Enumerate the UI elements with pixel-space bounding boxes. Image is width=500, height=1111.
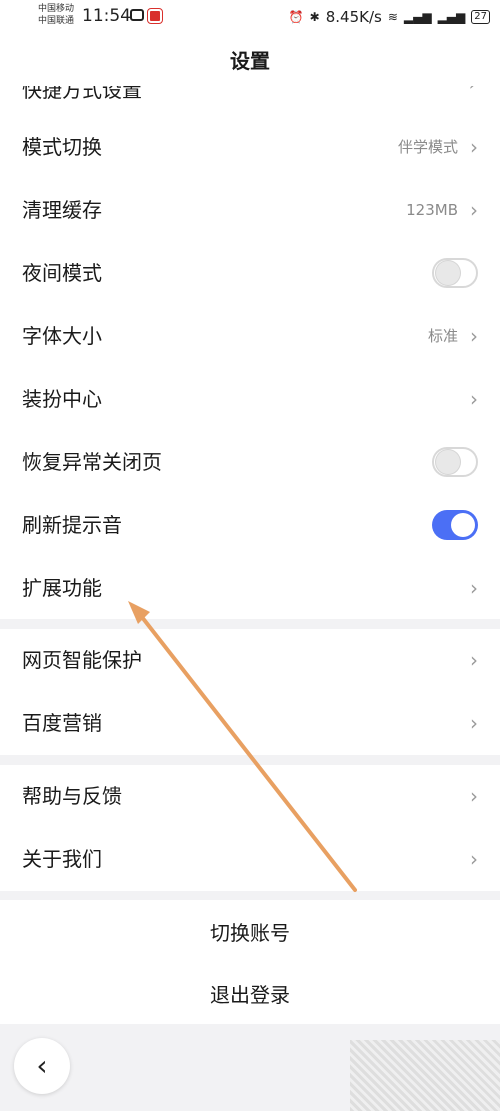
settings-row-label: 关于我们 [22,847,102,871]
signal-icon-2: ▂▄▆ [437,10,466,24]
chevron-right-icon: › [470,576,478,600]
settings-row-web-protection[interactable]: 网页智能保护 › [0,629,500,692]
settings-group-main: 模式切换 伴学模式 › 清理缓存 123MB › 夜间模式 字体大小 标准 › … [0,100,500,619]
carrier-info: 中国移动 中国联通 [38,3,74,27]
alarm-icon: ⏰ [288,10,304,24]
settings-row-label: 帮助与反馈 [22,784,122,808]
settings-row-font-size[interactable]: 字体大小 标准 › [0,305,500,368]
settings-row-help-feedback[interactable]: 帮助与反馈 › [0,765,500,828]
chevron-right-icon: › [470,135,478,159]
settings-row-value: 伴学模式 [397,138,458,156]
restore-pages-toggle[interactable] [432,447,478,477]
notification-icons [130,8,163,24]
settings-row-clear-cache[interactable]: 清理缓存 123MB › [0,179,500,242]
watermark-overlay [350,1040,500,1111]
page-title: 设置 [230,49,270,73]
chevron-right-icon: › [470,198,478,222]
settings-row-theme-center[interactable]: 装扮中心 › [0,368,500,431]
refresh-sound-toggle[interactable] [432,510,478,540]
chevron-right-icon: › [470,387,478,411]
logout-button[interactable]: 退出登录 [0,964,500,1026]
chevron-right-icon: › [470,847,478,871]
settings-group-security: 网页智能保护 › 百度营销 › [0,629,500,755]
settings-row-refresh-sound: 刷新提示音 [0,494,500,557]
chevron-left-icon: ‹ [36,1049,48,1082]
settings-row-night-mode: 夜间模式 [0,242,500,305]
network-speed: 8.45K/s [325,8,382,26]
settings-row-label: 刷新提示音 [22,513,122,537]
chevron-right-icon: › [470,324,478,348]
night-mode-toggle[interactable] [432,258,478,288]
switch-account-button[interactable]: 切换账号 [0,902,500,964]
app-notification-icon [130,9,144,21]
account-actions: 切换账号 退出登录 [0,900,500,1024]
settings-row-shortcuts[interactable]: 快捷方式设置 › [0,86,500,100]
title-bar: 设置 [0,36,500,86]
signal-icon: ▂▄▆ [403,10,432,24]
settings-row-value: 123MB [406,201,458,219]
settings-row-label: 字体大小 [22,324,102,348]
wifi-icon: ≋ [387,10,398,24]
chevron-right-icon: › [470,648,478,672]
settings-row-value: 标准 [427,327,458,345]
message-notification-icon [147,8,163,24]
carrier-2: 中国联通 [38,16,75,26]
settings-row-label: 扩展功能 [22,576,102,600]
settings-row-label: 清理缓存 [22,198,102,222]
settings-row-label: 百度营销 [22,711,102,735]
chevron-right-icon: › [469,86,476,95]
back-button[interactable]: ‹ [14,1038,70,1094]
settings-row-label: 装扮中心 [22,387,102,411]
settings-row-restore-pages: 恢复异常关闭页 [0,431,500,494]
bluetooth-icon: ✱ [309,10,320,24]
settings-row-extensions[interactable]: 扩展功能 › [0,557,500,620]
settings-row-mode-switch[interactable]: 模式切换 伴学模式 › [0,116,500,179]
settings-group-help: 帮助与反馈 › 关于我们 › [0,765,500,891]
settings-row-label: 快捷方式设置 [22,86,142,100]
battery-icon: 27 [471,10,490,24]
status-bar: 中国移动 中国联通 11:54 ⏰ ✱ 8.45K/s ≋ ▂▄▆ ▂▄▆ 27 [0,0,500,36]
settings-row-baidu-marketing[interactable]: 百度营销 › [0,692,500,755]
system-indicators: ⏰ ✱ 8.45K/s ≋ ▂▄▆ ▂▄▆ 27 [289,8,490,26]
chevron-right-icon: › [470,784,478,808]
settings-row-about-us[interactable]: 关于我们 › [0,828,500,891]
chevron-right-icon: › [470,711,478,735]
carrier-1: 中国移动 [38,4,75,14]
settings-row-label: 网页智能保护 [22,648,142,672]
clock: 11:54 [82,6,131,26]
settings-row-label: 夜间模式 [22,261,102,285]
settings-row-label: 恢复异常关闭页 [22,450,162,474]
settings-row-label: 模式切换 [22,135,102,159]
